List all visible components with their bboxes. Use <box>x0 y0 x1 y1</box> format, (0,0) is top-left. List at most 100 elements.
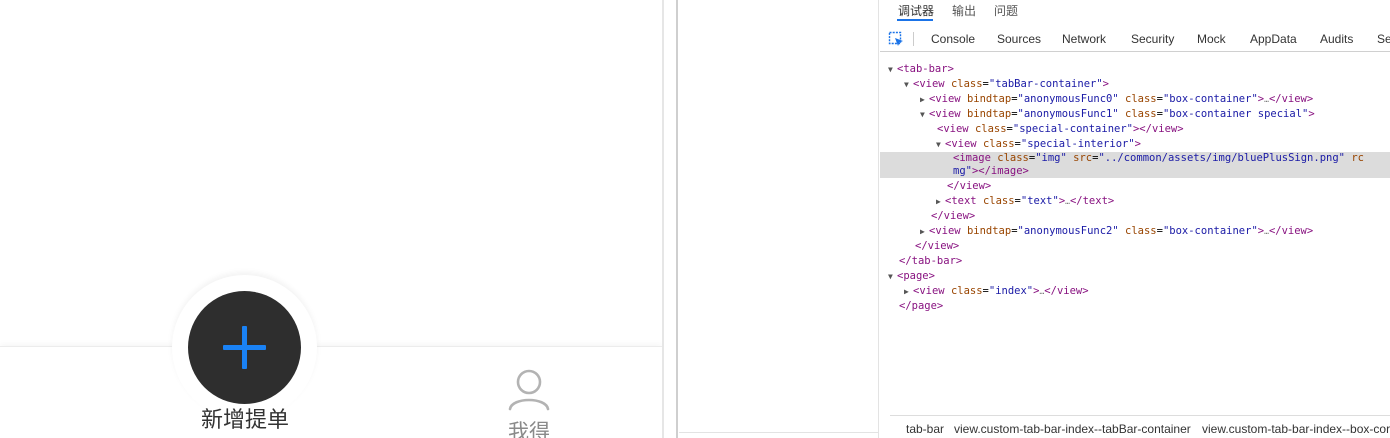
dom-node-page[interactable]: ▼ <page> <box>888 269 935 284</box>
toolbar-separator <box>913 32 914 46</box>
tag-text: </view> <box>1268 225 1314 237</box>
attr-value: "anonymousFunc0" <box>1017 93 1119 105</box>
attr-value: "box-container" <box>1162 225 1258 237</box>
expand-triangle-icon[interactable]: ▶ <box>920 224 929 239</box>
tag-text: <view <box>913 78 945 90</box>
attr-name: class <box>1125 108 1157 120</box>
breadcrumb-item[interactable]: view.custom-tab-bar-index--box-cor <box>1202 422 1390 436</box>
plus-icon <box>223 326 266 369</box>
add-order-button[interactable] <box>188 291 301 404</box>
tab-output[interactable]: 输出 <box>952 2 976 19</box>
attr-value: mg" <box>953 165 972 177</box>
tab-mock[interactable]: Mock <box>1197 32 1226 46</box>
tab-problems[interactable]: 问题 <box>994 2 1018 19</box>
attr-name: rc <box>1351 152 1364 164</box>
devtools-panel: 调试器 输出 问题 Console Sources Network Securi… <box>880 0 1390 438</box>
tag-text: </view> <box>915 240 960 252</box>
tab-appdata[interactable]: AppData <box>1250 32 1297 46</box>
dom-node-close-tab-bar[interactable]: </tab-bar> <box>899 254 962 269</box>
collapse-triangle-icon[interactable]: ▼ <box>888 62 897 77</box>
tag-text: <image <box>953 152 991 164</box>
tag-text: </view> <box>1268 93 1314 105</box>
attr-value: "index" <box>988 285 1034 297</box>
attr-value: "../common/assets/img/bluePlusSign.png" <box>1098 152 1345 164</box>
tag-text: <view <box>945 138 977 150</box>
dom-node-box-container-special[interactable]: ▼ <view bindtap="anonymousFunc1" class="b… <box>920 107 1315 122</box>
dom-node-tab-bar[interactable]: ▼ <tab-bar> <box>888 62 954 77</box>
attr-name: src <box>1073 152 1093 164</box>
editor-panel-bottom-border <box>679 432 879 433</box>
attr-name: bindtap <box>966 108 1012 120</box>
attr-value: "text" <box>1020 195 1059 207</box>
collapse-triangle-icon[interactable]: ▼ <box>888 269 897 284</box>
expand-triangle-icon[interactable]: ▶ <box>920 92 929 107</box>
tag-text: </page> <box>899 300 944 312</box>
attr-value: "anonymousFunc1" <box>1017 108 1119 120</box>
tag-text: ></view> <box>1132 123 1184 135</box>
tab-more[interactable]: Se <box>1377 32 1390 46</box>
breadcrumb-item[interactable]: view.custom-tab-bar-index--tabBar-contai… <box>954 422 1191 436</box>
tag-text: > <box>1308 108 1315 120</box>
attr-name: class <box>982 138 1015 150</box>
tag-text: </view> <box>931 210 976 222</box>
attr-name: bindtap <box>966 93 1012 105</box>
simulator-viewport: 新增提单 我得 <box>0 0 662 438</box>
attr-value: "box-container" <box>1162 93 1258 105</box>
dom-node-close-page[interactable]: </page> <box>899 299 943 314</box>
breadcrumb-item[interactable]: tab-bar <box>906 422 944 436</box>
attr-value: "box-container special" <box>1162 108 1309 120</box>
tag-text: <view <box>929 93 961 105</box>
attr-value: "tabBar-container" <box>988 78 1103 90</box>
tag-text: </view> <box>1044 285 1089 297</box>
dom-node-image-selected[interactable]: <image class="img" src="../common/assets… <box>880 152 1390 178</box>
tag-text: </text> <box>1069 195 1115 207</box>
dom-node-close-view[interactable]: </view> <box>915 239 959 254</box>
collapse-triangle-icon[interactable]: ▼ <box>920 107 929 122</box>
expand-triangle-icon[interactable]: ▶ <box>936 194 945 209</box>
attr-name: class <box>1125 93 1157 105</box>
tab-mine[interactable]: 我得 <box>495 366 563 438</box>
collapse-triangle-icon[interactable]: ▼ <box>904 77 913 92</box>
dom-node-close-view[interactable]: </view> <box>947 179 991 194</box>
dom-node-close-view[interactable]: </view> <box>931 209 975 224</box>
attr-name: class <box>974 123 1007 135</box>
dom-node-text[interactable]: ▶ <text class="text">…</text> <box>936 194 1114 209</box>
breadcrumb: tab-bar view.custom-tab-bar-index--tabBa… <box>890 415 1390 438</box>
attr-name: class <box>997 152 1029 164</box>
collapse-triangle-icon[interactable]: ▼ <box>936 137 945 152</box>
tag-text: ></image> <box>971 165 1029 177</box>
dom-node-index-view[interactable]: ▶ <view class="index">…</view> <box>904 284 1089 299</box>
tab-network[interactable]: Network <box>1062 32 1106 46</box>
active-tab-indicator <box>897 19 933 21</box>
devtools-top-tabs: 调试器 输出 问题 <box>880 0 1390 22</box>
tab-security[interactable]: Security <box>1131 32 1174 46</box>
dom-node-special-interior[interactable]: ▼ <view class="special-interior"> <box>936 137 1141 152</box>
attr-name: class <box>950 285 983 297</box>
tab-sources[interactable]: Sources <box>997 32 1041 46</box>
dom-node-box-container-0[interactable]: ▶ <view bindtap="anonymousFunc0" class="b… <box>920 92 1313 107</box>
dom-node-tabbar-container[interactable]: ▼ <view class="tabBar-container"> <box>904 77 1109 92</box>
expand-triangle-icon[interactable]: ▶ <box>904 284 913 299</box>
tab-debugger[interactable]: 调试器 <box>898 2 934 19</box>
attr-name: class <box>982 195 1015 207</box>
dom-node-special-container[interactable]: <view class="special-container"></view> <box>937 122 1184 137</box>
attr-name: class <box>1125 225 1157 237</box>
user-icon <box>508 369 550 411</box>
attr-value: "special-container" <box>1012 123 1133 135</box>
attr-name: bindtap <box>966 225 1012 237</box>
inspect-element-icon[interactable] <box>888 31 904 47</box>
editor-panel <box>679 0 879 438</box>
tag-text: <page> <box>897 270 935 282</box>
attr-value: "img" <box>1035 152 1067 164</box>
devtools-panel-tabs: Console Sources Network Security Mock Ap… <box>880 27 1390 52</box>
tag-text: <view <box>929 225 961 237</box>
attr-name: class <box>950 78 983 90</box>
dom-node-box-container-2[interactable]: ▶ <view bindtap="anonymousFunc2" class="b… <box>920 224 1313 239</box>
tab-label-add-order: 新增提单 <box>200 408 289 433</box>
tab-audits[interactable]: Audits <box>1320 32 1353 46</box>
tab-console[interactable]: Console <box>931 32 975 46</box>
tag-text: </view> <box>947 180 992 192</box>
attr-value: "special-interior" <box>1020 138 1135 150</box>
tag-text: <view <box>937 123 969 135</box>
tag-text: > <box>1134 138 1141 150</box>
